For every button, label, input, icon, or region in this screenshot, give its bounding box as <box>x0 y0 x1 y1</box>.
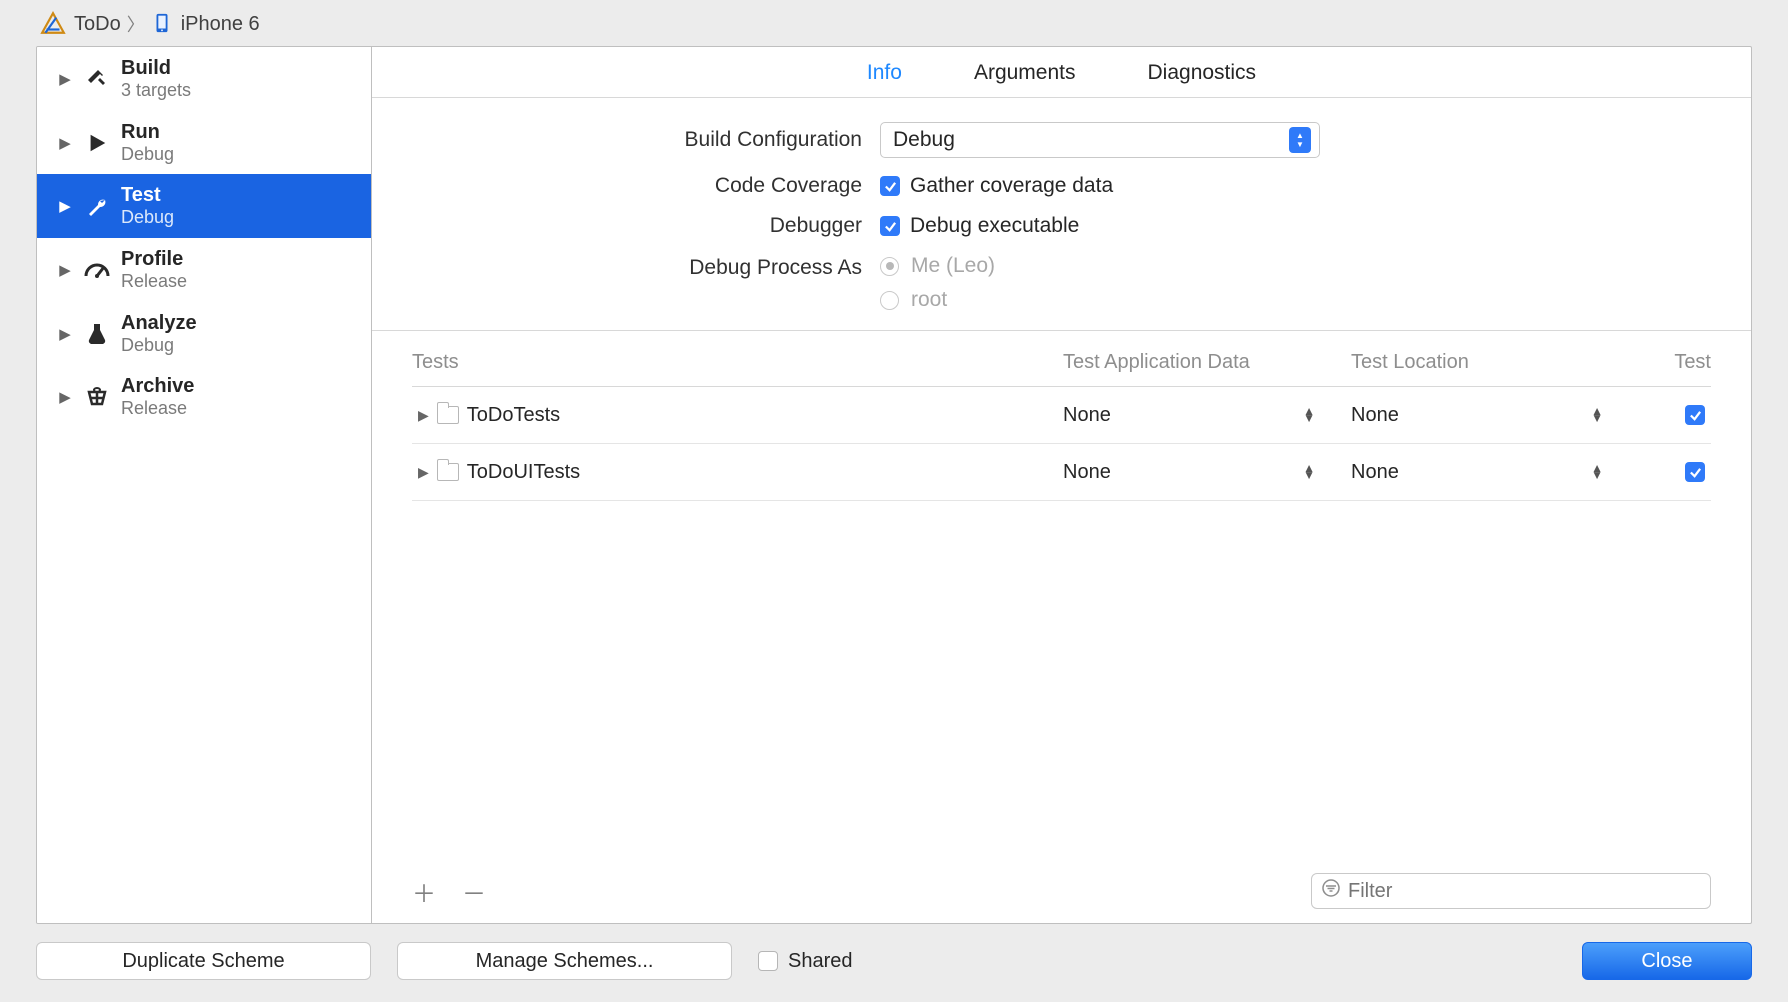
remove-test-button[interactable]: － <box>462 874 486 909</box>
sidebar-item-archive[interactable]: ▶ ArchiveRelease <box>37 365 371 429</box>
test-data-popup[interactable]: None▲▼ <box>1063 461 1343 484</box>
debug-as-root-radio[interactable] <box>880 291 899 310</box>
updown-icon: ▲▼ <box>1303 465 1315 479</box>
test-enabled-checkbox[interactable] <box>1685 462 1705 482</box>
disclosure-icon[interactable]: ▶ <box>57 134 73 152</box>
sidebar-item-analyze[interactable]: ▶ AnalyzeDebug <box>37 302 371 366</box>
disclosure-icon[interactable]: ▶ <box>57 261 73 279</box>
debugger-checkbox[interactable] <box>880 216 900 236</box>
build-config-select[interactable]: Debug ▲▼ <box>880 122 1320 158</box>
phase-title: Test <box>121 184 174 207</box>
flask-icon <box>83 320 111 348</box>
chevron-right-icon: 〉 <box>127 11 145 37</box>
wrench-icon <box>83 192 111 220</box>
breadcrumb: ToDo 〉 iPhone 6 <box>0 0 1788 46</box>
col-location: Test Location <box>1351 351 1631 374</box>
col-test: Test <box>1639 351 1711 374</box>
hammer-icon <box>83 65 111 93</box>
code-coverage-label: Code Coverage <box>412 174 862 198</box>
phase-title: Run <box>121 121 174 144</box>
stepper-icon: ▲▼ <box>1289 127 1311 153</box>
updown-icon: ▲▼ <box>1591 465 1603 479</box>
disclosure-icon[interactable]: ▶ <box>57 388 73 406</box>
debug-as-me-text: Me (Leo) <box>911 254 995 278</box>
destination-name[interactable]: iPhone 6 <box>181 13 260 36</box>
debug-as-label: Debug Process As <box>412 254 862 280</box>
test-target-name: ToDoUITests <box>467 461 580 484</box>
content-tabs: Info Arguments Diagnostics <box>372 47 1751 98</box>
manage-schemes-button[interactable]: Manage Schemes... <box>397 942 732 980</box>
close-button[interactable]: Close <box>1582 942 1752 980</box>
tab-diagnostics[interactable]: Diagnostics <box>1148 61 1257 85</box>
debugger-text: Debug executable <box>910 214 1079 238</box>
phase-subtitle: Debug <box>121 335 197 356</box>
tab-arguments[interactable]: Arguments <box>974 61 1076 85</box>
debug-as-me-radio[interactable] <box>880 257 899 276</box>
duplicate-scheme-button[interactable]: Duplicate Scheme <box>36 942 371 980</box>
code-coverage-text: Gather coverage data <box>910 174 1113 198</box>
phase-title: Archive <box>121 375 194 398</box>
tab-info[interactable]: Info <box>867 61 902 85</box>
test-row[interactable]: ▶ ToDoUITests None▲▼ None▲▼ <box>412 444 1711 501</box>
sidebar-item-profile[interactable]: ▶ ProfileRelease <box>37 238 371 302</box>
phase-subtitle: Debug <box>121 144 174 165</box>
sidebar-item-build[interactable]: ▶ Build3 targets <box>37 47 371 111</box>
phase-title: Analyze <box>121 312 197 335</box>
simulator-icon <box>151 12 175 36</box>
tests-header: Tests Test Application Data Test Locatio… <box>412 345 1711 387</box>
sidebar-item-test[interactable]: ▶ TestDebug <box>37 174 371 238</box>
archive-icon <box>83 383 111 411</box>
updown-icon: ▲▼ <box>1591 408 1603 422</box>
phase-subtitle: Debug <box>121 207 174 228</box>
phase-subtitle: Release <box>121 271 187 292</box>
shared-label: Shared <box>788 950 853 973</box>
phase-subtitle: 3 targets <box>121 80 191 101</box>
test-target-name: ToDoTests <box>467 404 560 427</box>
phase-title: Profile <box>121 248 187 271</box>
filter-field[interactable] <box>1311 873 1711 909</box>
disclosure-icon[interactable]: ▶ <box>418 464 429 481</box>
disclosure-icon[interactable]: ▶ <box>57 197 73 215</box>
add-test-button[interactable]: ＋ <box>412 874 436 909</box>
build-config-label: Build Configuration <box>412 128 862 152</box>
scheme-name[interactable]: ToDo <box>74 13 121 36</box>
disclosure-icon[interactable]: ▶ <box>57 325 73 343</box>
filter-icon <box>1322 879 1340 903</box>
play-icon <box>83 129 111 157</box>
bundle-icon <box>437 463 459 481</box>
build-config-value: Debug <box>893 128 1289 152</box>
gauge-icon <box>83 256 111 284</box>
test-location-popup[interactable]: None▲▼ <box>1351 461 1631 484</box>
test-enabled-checkbox[interactable] <box>1685 405 1705 425</box>
debugger-label: Debugger <box>412 214 862 238</box>
code-coverage-checkbox[interactable] <box>880 176 900 196</box>
test-row[interactable]: ▶ ToDoTests None▲▼ None▲▼ <box>412 387 1711 444</box>
phase-title: Build <box>121 57 191 80</box>
shared-checkbox[interactable] <box>758 951 778 971</box>
phase-sidebar: ▶ Build3 targets ▶ RunDebug ▶ TestDebug … <box>37 47 372 923</box>
test-location-popup[interactable]: None▲▼ <box>1351 404 1631 427</box>
bundle-icon <box>437 406 459 424</box>
col-data: Test Application Data <box>1063 351 1343 374</box>
test-data-popup[interactable]: None▲▼ <box>1063 404 1343 427</box>
xcode-project-icon <box>40 10 68 38</box>
disclosure-icon[interactable]: ▶ <box>57 70 73 88</box>
updown-icon: ▲▼ <box>1303 408 1315 422</box>
col-tests: Tests <box>412 351 1055 374</box>
disclosure-icon[interactable]: ▶ <box>418 407 429 424</box>
sidebar-item-run[interactable]: ▶ RunDebug <box>37 111 371 175</box>
phase-subtitle: Release <box>121 398 194 419</box>
debug-as-root-text: root <box>911 288 947 312</box>
filter-input[interactable] <box>1348 880 1700 903</box>
